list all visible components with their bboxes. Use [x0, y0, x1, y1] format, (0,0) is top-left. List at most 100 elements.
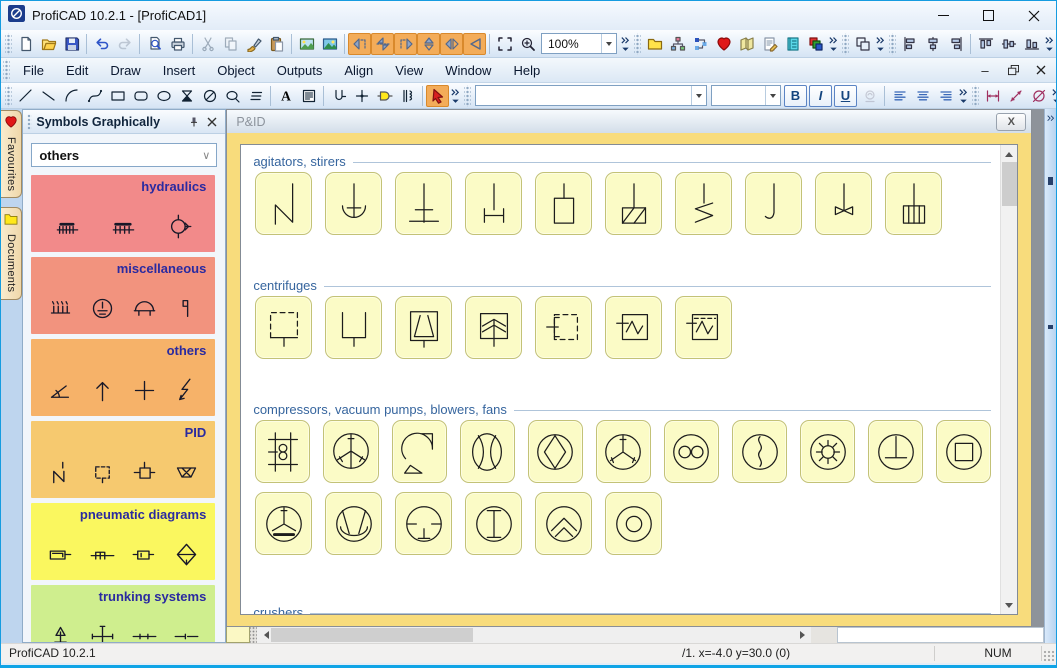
favourites-heart-button[interactable]: [712, 33, 735, 55]
italic-button[interactable]: I: [809, 84, 832, 107]
rotate-right-button[interactable]: [394, 32, 417, 55]
main-toolbar-overflow-chevron-icon[interactable]: [827, 33, 840, 55]
text-block-button[interactable]: [297, 85, 320, 107]
hook-button[interactable]: [327, 85, 350, 107]
symbol-tile-ce-dashed-bracket[interactable]: [535, 296, 593, 359]
text-bold-button[interactable]: A: [274, 85, 297, 107]
symbol-tile-co-square[interactable]: [936, 420, 992, 483]
symbol-tile-co-scroll-fan[interactable]: [391, 420, 447, 483]
page-tab[interactable]: [226, 627, 251, 643]
notebook-button[interactable]: [781, 33, 804, 55]
menu-item-window[interactable]: Window: [434, 58, 502, 82]
scroll-up-icon[interactable]: [1001, 145, 1017, 162]
align-middle-objects-button[interactable]: [997, 33, 1020, 55]
dim-linear-button[interactable]: [981, 85, 1004, 107]
save-button[interactable]: [60, 33, 83, 55]
ellipse-button[interactable]: [152, 85, 175, 107]
symbol-tile-ag-propeller[interactable]: [815, 172, 873, 235]
line-button[interactable]: [14, 85, 37, 107]
symbol-tile-co-ladder-8[interactable]: [255, 420, 311, 483]
zoom-combo-arrow-icon[interactable]: [601, 34, 616, 53]
vertical-scrollbar[interactable]: [1000, 145, 1018, 614]
symbol-tile-co-ticks-tee[interactable]: [395, 492, 453, 555]
rectangle-button[interactable]: [106, 85, 129, 107]
zoom-combo[interactable]: 100%: [541, 33, 617, 54]
edit-page-button[interactable]: [758, 33, 781, 55]
ellipse-handle-button[interactable]: [221, 85, 244, 107]
cut-button[interactable]: [196, 33, 219, 55]
new-file-button[interactable]: [14, 33, 37, 55]
mdi-restore-button[interactable]: [1004, 61, 1022, 79]
format-painter-button[interactable]: [242, 33, 265, 55]
mdi-minimize-button[interactable]: –: [976, 61, 994, 79]
main-toolbar-overflow-chevron-icon[interactable]: [1043, 33, 1056, 55]
undo-button[interactable]: [90, 33, 113, 55]
menu-item-object[interactable]: Object: [206, 58, 266, 82]
symbol-tile-co-double-chevron[interactable]: [535, 492, 593, 555]
align-right-objects-button[interactable]: [944, 33, 967, 55]
symbol-tile-ce-chevron-tree[interactable]: [465, 296, 523, 359]
menu-item-view[interactable]: View: [384, 58, 434, 82]
symbol-tile-co-diamond[interactable]: [527, 420, 583, 483]
menu-item-edit[interactable]: Edit: [55, 58, 99, 82]
horizontal-scroll-thumb[interactable]: [271, 628, 474, 642]
symbol-tile-co-venturi[interactable]: [459, 420, 515, 483]
symbol-tile-co-cone[interactable]: [325, 492, 383, 555]
symbol-tile-ce-u[interactable]: [325, 296, 383, 359]
rounded-rectangle-button[interactable]: [129, 85, 152, 107]
pin-icon[interactable]: [185, 113, 203, 131]
symbol-tile-co-propeller-bar[interactable]: [255, 492, 313, 555]
sheets-button[interactable]: [735, 33, 758, 55]
hourglass-button[interactable]: [175, 85, 198, 107]
symbol-tile-ce-zigzag-line[interactable]: [605, 296, 663, 359]
dim-arrows-button[interactable]: [1004, 85, 1027, 107]
main-toolbar-grip[interactable]: [889, 32, 896, 55]
align-center-objects-button[interactable]: [921, 33, 944, 55]
symbol-tile-co-sun[interactable]: [800, 420, 856, 483]
sidebar-tab-favourites[interactable]: Favourites: [1, 110, 23, 199]
symbol-tile-ag-crossbar[interactable]: [395, 172, 453, 235]
size-combo-arrow-icon[interactable]: [765, 86, 780, 105]
align-top-objects-button[interactable]: [974, 33, 997, 55]
dim-diameter-button[interactable]: [1027, 85, 1050, 107]
menu-item-align[interactable]: Align: [333, 58, 384, 82]
mdi-close-button[interactable]: [1032, 61, 1050, 79]
arc-button[interactable]: [60, 85, 83, 107]
scroll-down-icon[interactable]: [1001, 597, 1017, 614]
category-tile-pneumatic-diagrams[interactable]: pneumatic diagrams: [31, 503, 216, 580]
bezier-button[interactable]: [83, 85, 106, 107]
symbol-tile-ce-dashed-u[interactable]: [255, 296, 313, 359]
hierarchy-button[interactable]: [666, 33, 689, 55]
category-tile-trunking-systems[interactable]: trunking systems: [31, 585, 216, 642]
menu-item-outputs[interactable]: Outputs: [266, 58, 334, 82]
image-view-button[interactable]: [318, 33, 341, 55]
pointer-button[interactable]: [426, 84, 449, 107]
group-objects-button[interactable]: [851, 33, 874, 55]
document-close-button[interactable]: X: [996, 112, 1027, 131]
size-combo[interactable]: [711, 85, 781, 106]
open-folder-button[interactable]: [37, 33, 60, 55]
category-tile-others[interactable]: others: [31, 339, 216, 416]
symbol-group-dropdown[interactable]: others ∨: [31, 143, 218, 167]
bold-button[interactable]: B: [784, 84, 807, 107]
terminal-strip-button[interactable]: [396, 85, 419, 107]
flip-down-button[interactable]: [417, 32, 440, 55]
drawing-toolbar-grip[interactable]: [972, 84, 979, 107]
menu-item-file[interactable]: File: [12, 58, 55, 82]
net-list-button[interactable]: [689, 33, 712, 55]
menu-item-draw[interactable]: Draw: [99, 58, 151, 82]
symbol-tile-co-wave[interactable]: [731, 420, 788, 483]
menu-item-insert[interactable]: Insert: [152, 58, 207, 82]
drawing-toolbar-grip[interactable]: [5, 84, 12, 107]
main-toolbar-overflow-chevron-icon[interactable]: [619, 33, 632, 55]
menu-bar-grip[interactable]: [3, 59, 10, 81]
symbol-tile-ag-turbine-grid[interactable]: [885, 172, 943, 235]
image-export-button[interactable]: [295, 33, 318, 55]
gate-button[interactable]: [373, 85, 396, 107]
layers-button[interactable]: [804, 33, 827, 55]
symbol-tile-ce-trapezoid[interactable]: [395, 296, 453, 359]
main-toolbar-grip[interactable]: [842, 32, 849, 55]
select-area-button[interactable]: [493, 33, 516, 55]
vertical-scroll-thumb[interactable]: [1002, 162, 1018, 206]
dock-overflow-chevron-icon[interactable]: [1046, 111, 1056, 129]
